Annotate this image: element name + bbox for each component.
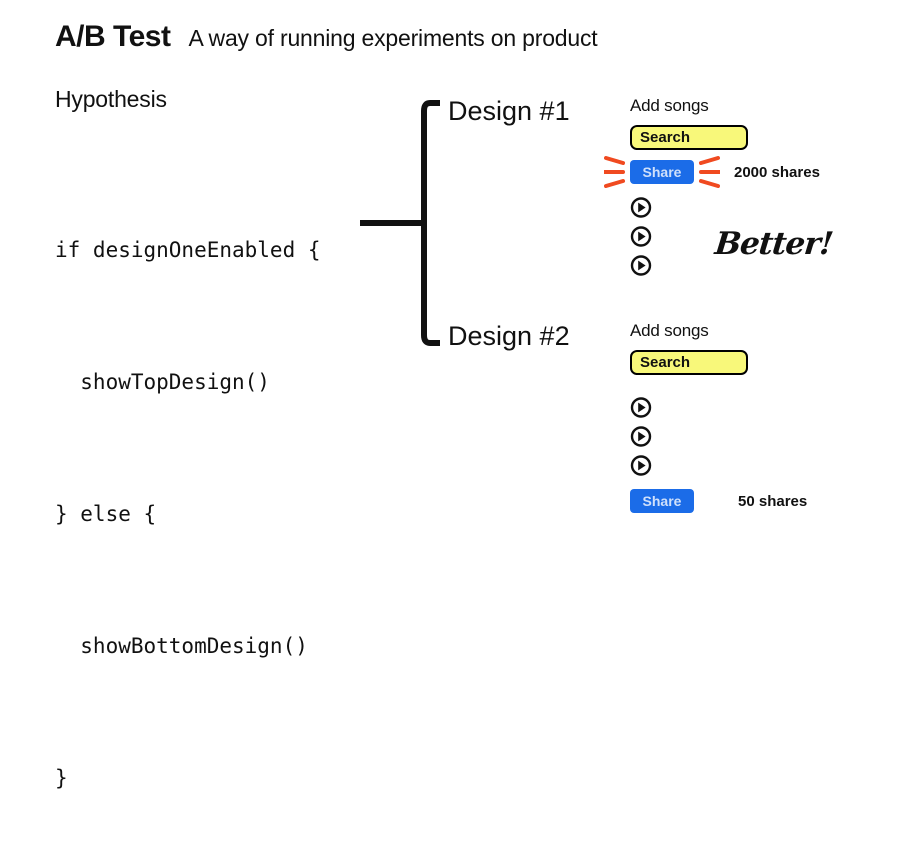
page-title: A/B Test [55,20,171,53]
code-line: if designOneEnabled { [55,238,321,262]
better-annotation: Better! [713,226,835,262]
play-icon[interactable] [630,193,652,222]
add-songs-label: Add songs [630,321,709,340]
play-icon[interactable] [630,393,652,422]
branch-bracket [360,100,440,346]
code-line: showTopDesign() [55,370,270,394]
search-input[interactable]: Search [630,125,748,150]
share-button[interactable]: Share [630,489,694,513]
play-icon[interactable] [630,251,652,280]
play-icon[interactable] [630,451,652,480]
variant-2-label: Design #2 [448,321,570,351]
share-button[interactable]: Share [630,160,694,184]
variant-2-mockup: Add songs Search Share 50 shares [630,321,900,513]
code-line: } [55,766,68,790]
page-subtitle: A way of running experiments on product [188,25,598,51]
sparkle-left-icon [604,156,625,188]
add-songs-label: Add songs [630,96,709,115]
play-icon[interactable] [630,222,652,251]
sparkle-right-icon [699,156,720,188]
code-line: showBottomDesign() [55,634,308,658]
share-button-label: Share [642,164,682,180]
variant-2-play-list [630,393,900,480]
play-icon[interactable] [630,422,652,451]
page-header: A/B Test A way of running experiments on… [55,20,598,54]
search-input-value: Search [640,354,691,371]
hypothesis-code-block: if designOneEnabled { showTopDesign() } … [55,140,321,844]
search-input[interactable]: Search [630,350,748,375]
variant-2-share-row: Share 50 shares [630,489,900,513]
share-button-label: Share [642,493,682,509]
shares-count: 50 shares [738,492,808,510]
search-input-value: Search [640,129,691,146]
hypothesis-heading: Hypothesis [55,86,167,112]
shares-count: 2000 shares [734,163,820,181]
variant-1-share-row: Share 2000 shares [604,156,900,188]
code-line: } else { [55,502,157,526]
variant-1-label: Design #1 [448,96,570,126]
